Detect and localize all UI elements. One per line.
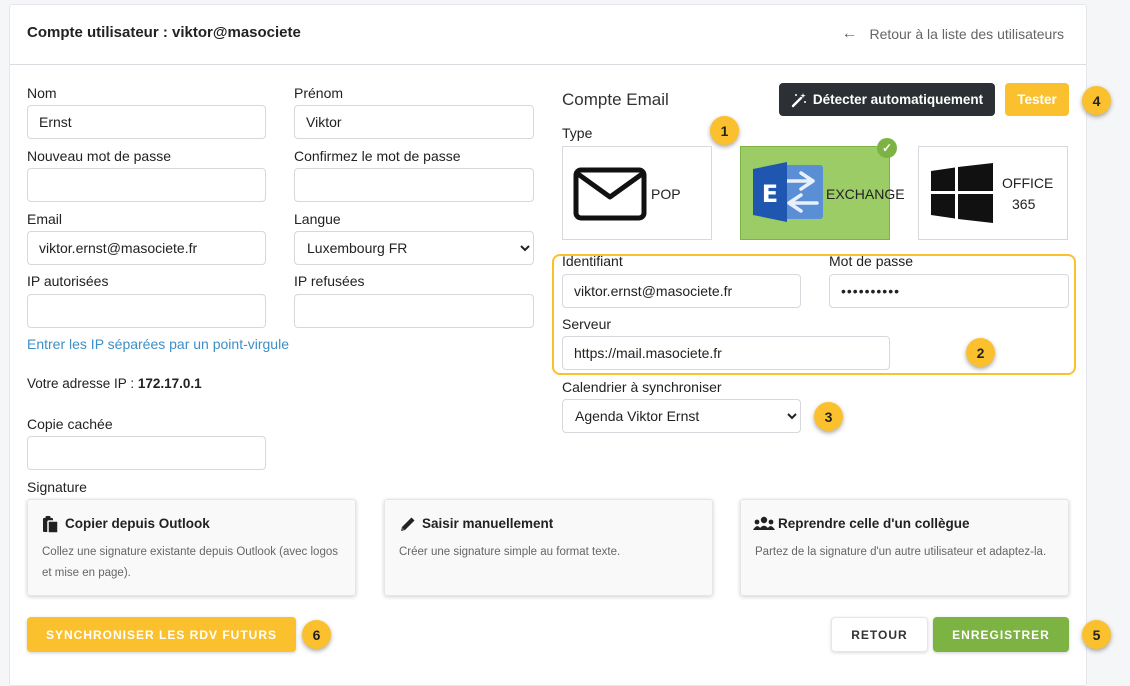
detect-auto-label: Détecter automatiquement [812, 92, 984, 107]
annotation-badge-6: 6 [302, 620, 331, 649]
test-button[interactable]: Tester [1005, 83, 1069, 116]
langue-select[interactable]: Luxembourg FR [294, 231, 534, 265]
pencil-icon [401, 517, 415, 531]
signature-option-outlook-title: Copier depuis Outlook [65, 516, 210, 531]
mot-de-passe-input[interactable] [829, 274, 1069, 308]
langue-label: Langue [294, 211, 341, 227]
annotation-badge-2: 2 [966, 338, 995, 367]
email-input[interactable] [27, 231, 266, 265]
exchange-icon: E [753, 162, 823, 222]
ip-info: Votre adresse IP : 172.17.0.1 [27, 376, 202, 391]
page-title: Compte utilisateur : viktor@masociete [27, 24, 301, 41]
type-pop-label: POP [651, 186, 681, 202]
confirm-password-input[interactable] [294, 168, 534, 202]
ip-refused-label: IP refusées [294, 273, 365, 289]
annotation-badge-3: 3 [814, 402, 843, 431]
signature-label: Signature [27, 479, 87, 495]
identifiant-input[interactable] [562, 274, 801, 308]
signature-option-outlook-desc: Collez une signature existante depuis Ou… [42, 546, 338, 579]
type-label: Type [562, 125, 593, 141]
email-label: Email [27, 211, 63, 227]
calendar-select[interactable]: Agenda Viktor Ernst [562, 399, 801, 433]
type-card-pop[interactable]: POP [562, 146, 712, 240]
users-icon [753, 516, 775, 530]
annotation-badge-4: 4 [1082, 86, 1111, 115]
signature-option-outlook[interactable]: Copier depuis Outlook Collez une signatu… [27, 499, 356, 596]
calendar-label: Calendrier à synchroniser [562, 379, 722, 395]
detect-auto-button[interactable]: Détecter automatiquement [779, 83, 995, 116]
serveur-input[interactable] [562, 336, 890, 370]
ip-info-value: 172.17.0.1 [137, 376, 202, 391]
type-office-label-line1: OFFICE [1002, 175, 1054, 191]
new-password-input[interactable] [27, 168, 266, 202]
identifiant-label: Identifiant [562, 253, 623, 269]
annotation-badge-1: 1 [710, 116, 739, 145]
signature-option-colleague-desc: Partez de la signature d'un autre utilis… [755, 546, 1047, 558]
envelope-icon [573, 167, 647, 221]
back-to-list-link[interactable]: ← Retour à la liste des utilisateurs [841, 25, 1064, 43]
copie-cachee-label: Copie cachée [27, 416, 113, 432]
selected-check-icon: ✓ [877, 138, 897, 158]
new-password-label: Nouveau mot de passe [27, 148, 171, 164]
windows-icon [931, 163, 993, 223]
signature-option-manual[interactable]: Saisir manuellement Créer une signature … [384, 499, 713, 596]
save-button[interactable]: ENREGISTRER [933, 617, 1069, 652]
annotation-badge-5: 5 [1082, 620, 1111, 649]
retour-button[interactable]: RETOUR [831, 617, 928, 652]
type-office-label-line2: 365 [1012, 196, 1036, 212]
signature-option-manual-desc: Créer une signature simple au format tex… [399, 546, 621, 558]
ip-info-prefix: Votre adresse IP : [27, 376, 138, 391]
magic-wand-icon [791, 92, 806, 107]
user-account-card: Compte utilisateur : viktor@masociete ← … [9, 4, 1087, 686]
type-card-office365[interactable]: OFFICE 365 [918, 146, 1068, 240]
signature-option-colleague[interactable]: Reprendre celle d'un collègue Partez de … [740, 499, 1069, 596]
sync-future-appointments-button[interactable]: SYNCHRONISER LES RDV FUTURS [27, 617, 296, 652]
signature-option-colleague-title: Reprendre celle d'un collègue [778, 516, 970, 531]
clipboard-icon [43, 516, 59, 533]
confirm-password-label: Confirmez le mot de passe [294, 148, 461, 164]
nom-label: Nom [27, 85, 57, 101]
copie-cachee-input[interactable] [27, 436, 266, 470]
serveur-label: Serveur [562, 316, 612, 332]
ip-hint: Entrer les IP séparées par un point-virg… [27, 336, 289, 352]
type-card-exchange[interactable]: E EXCHANGE [740, 146, 905, 240]
ip-allowed-input[interactable] [27, 294, 266, 328]
svg-text:E: E [762, 180, 778, 208]
type-exchange-label: EXCHANGE [826, 186, 905, 202]
email-account-title: Compte Email [562, 90, 669, 109]
prenom-input[interactable] [294, 105, 534, 139]
card-header: Compte utilisateur : viktor@masociete ← … [10, 5, 1086, 65]
back-to-list-label: Retour à la liste des utilisateurs [869, 26, 1064, 42]
ip-refused-input[interactable] [294, 294, 534, 328]
mot-de-passe-label: Mot de passe [829, 253, 914, 269]
ip-allowed-label: IP autorisées [27, 273, 109, 289]
arrow-left-icon: ← [841, 25, 858, 42]
nom-input[interactable] [27, 105, 266, 139]
prenom-label: Prénom [294, 85, 344, 101]
signature-option-manual-title: Saisir manuellement [422, 516, 554, 531]
